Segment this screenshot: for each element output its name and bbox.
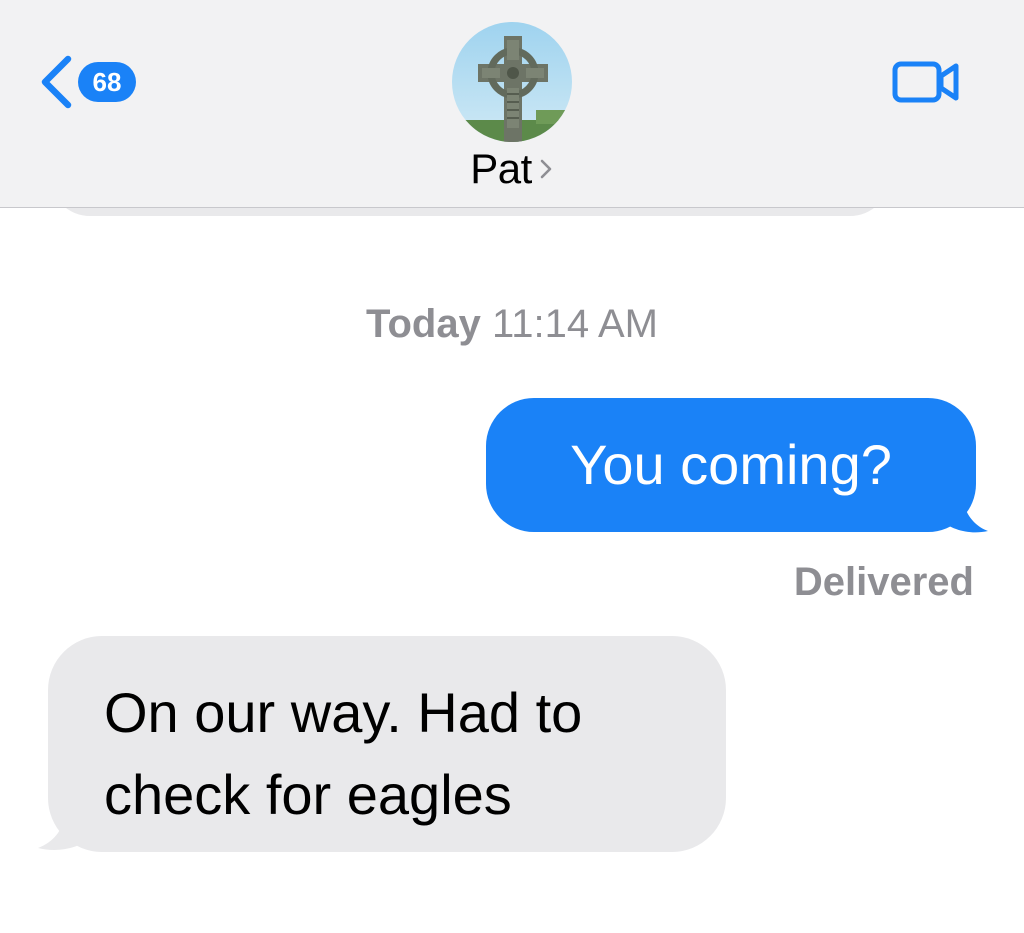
avatar[interactable] [452, 22, 572, 142]
unread-count-badge: 68 [78, 62, 136, 102]
delivery-status: Delivered [793, 560, 974, 604]
video-camera-icon[interactable] [892, 60, 960, 104]
conversation-header: 68 Pat [0, 0, 1024, 208]
timestamp-time: 11:14 AM [491, 302, 658, 346]
messages-screen: 68 Pat Today 11:14 AM You coming? Delive… [0, 0, 1024, 933]
outgoing-message-bubble[interactable]: You coming? [486, 398, 976, 532]
back-button[interactable]: 68 [36, 52, 136, 112]
message-timestamp: Today 11:14 AM [0, 302, 1024, 347]
incoming-message-text: On our way. Had to check for eagles [104, 681, 583, 826]
timestamp-day: Today [366, 302, 481, 346]
contact-name: Pat [470, 145, 532, 192]
outgoing-message-text: You coming? [570, 433, 892, 496]
chevron-left-icon [41, 55, 72, 109]
chevron-right-icon [540, 159, 552, 179]
contact-name-button[interactable]: Pat [0, 145, 1024, 193]
celtic-cross-photo [452, 22, 572, 142]
incoming-message-bubble[interactable]: On our way. Had to check for eagles [48, 636, 726, 852]
